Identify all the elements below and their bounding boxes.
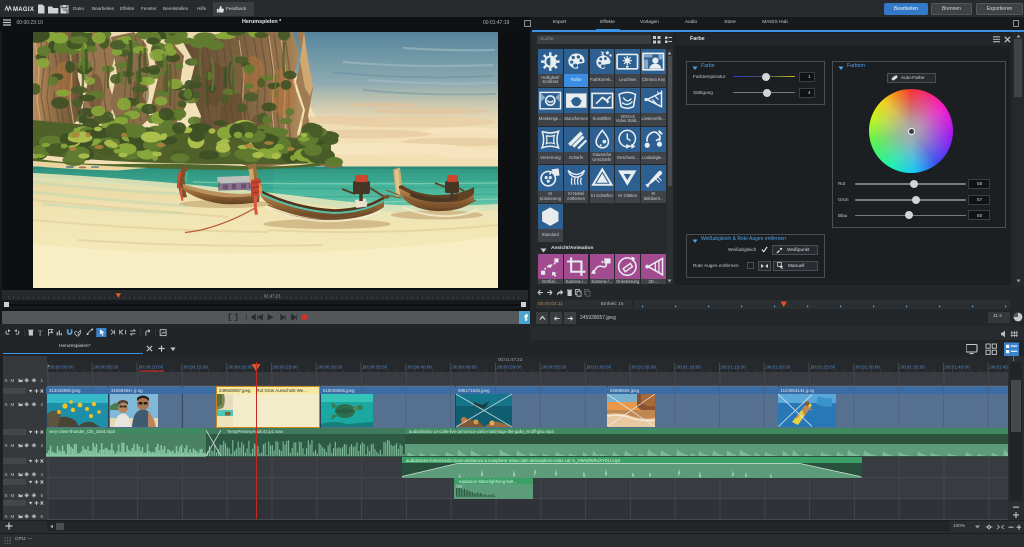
svg-text:,00:00:10:00: ,00:00:10:00 (138, 365, 164, 370)
svg-text:,00:01:40:00: ,00:01:40:00 (944, 365, 970, 370)
svg-text:,00:00:30:00: ,00:00:30:00 (317, 365, 343, 370)
svg-text:,00:00:40:00: ,00:00:40:00 (406, 365, 432, 370)
svg-text:,00:00:55:00: ,00:00:55:00 (541, 365, 567, 370)
svg-text:,00:00:45:00: ,00:00:45:00 (451, 365, 477, 370)
svg-text:,00:00:35:00: ,00:00:35:00 (362, 365, 388, 370)
svg-text:,00:01:30:00: ,00:01:30:00 (854, 365, 880, 370)
svg-text:,00:00:15:00: ,00:00:15:00 (182, 365, 208, 370)
svg-text:,00:01:10:00: ,00:01:10:00 (675, 365, 701, 370)
svg-text:MAGIX: MAGIX (13, 7, 34, 13)
svg-text:,00:01:45:00: ,00:01:45:00 (989, 365, 1008, 370)
svg-text:,00:00:00:00: ,00:00:00:00 (48, 365, 74, 370)
svg-text:,00:00:20:00: ,00:00:20:00 (227, 365, 253, 370)
svg-text:,00:01:20:00: ,00:01:20:00 (765, 365, 791, 370)
svg-text:01:47:23: 01:47:23 (264, 294, 281, 299)
svg-text:,00:01:00:00: ,00:01:00:00 (586, 365, 612, 370)
svg-text:,00:00:50:00: ,00:00:50:00 (496, 365, 522, 370)
svg-text:,00:01:15:00: ,00:01:15:00 (720, 365, 746, 370)
svg-text:,00:01:35:00: ,00:01:35:00 (899, 365, 925, 370)
svg-text:,00:01:25:00: ,00:01:25:00 (810, 365, 836, 370)
svg-text:,00:00:05:00: ,00:00:05:00 (93, 365, 119, 370)
svg-text:,00:00:25:00: ,00:00:25:00 (272, 365, 298, 370)
svg-text:,00:01:05:00: ,00:01:05:00 (630, 365, 656, 370)
svg-text:T: T (38, 328, 43, 337)
